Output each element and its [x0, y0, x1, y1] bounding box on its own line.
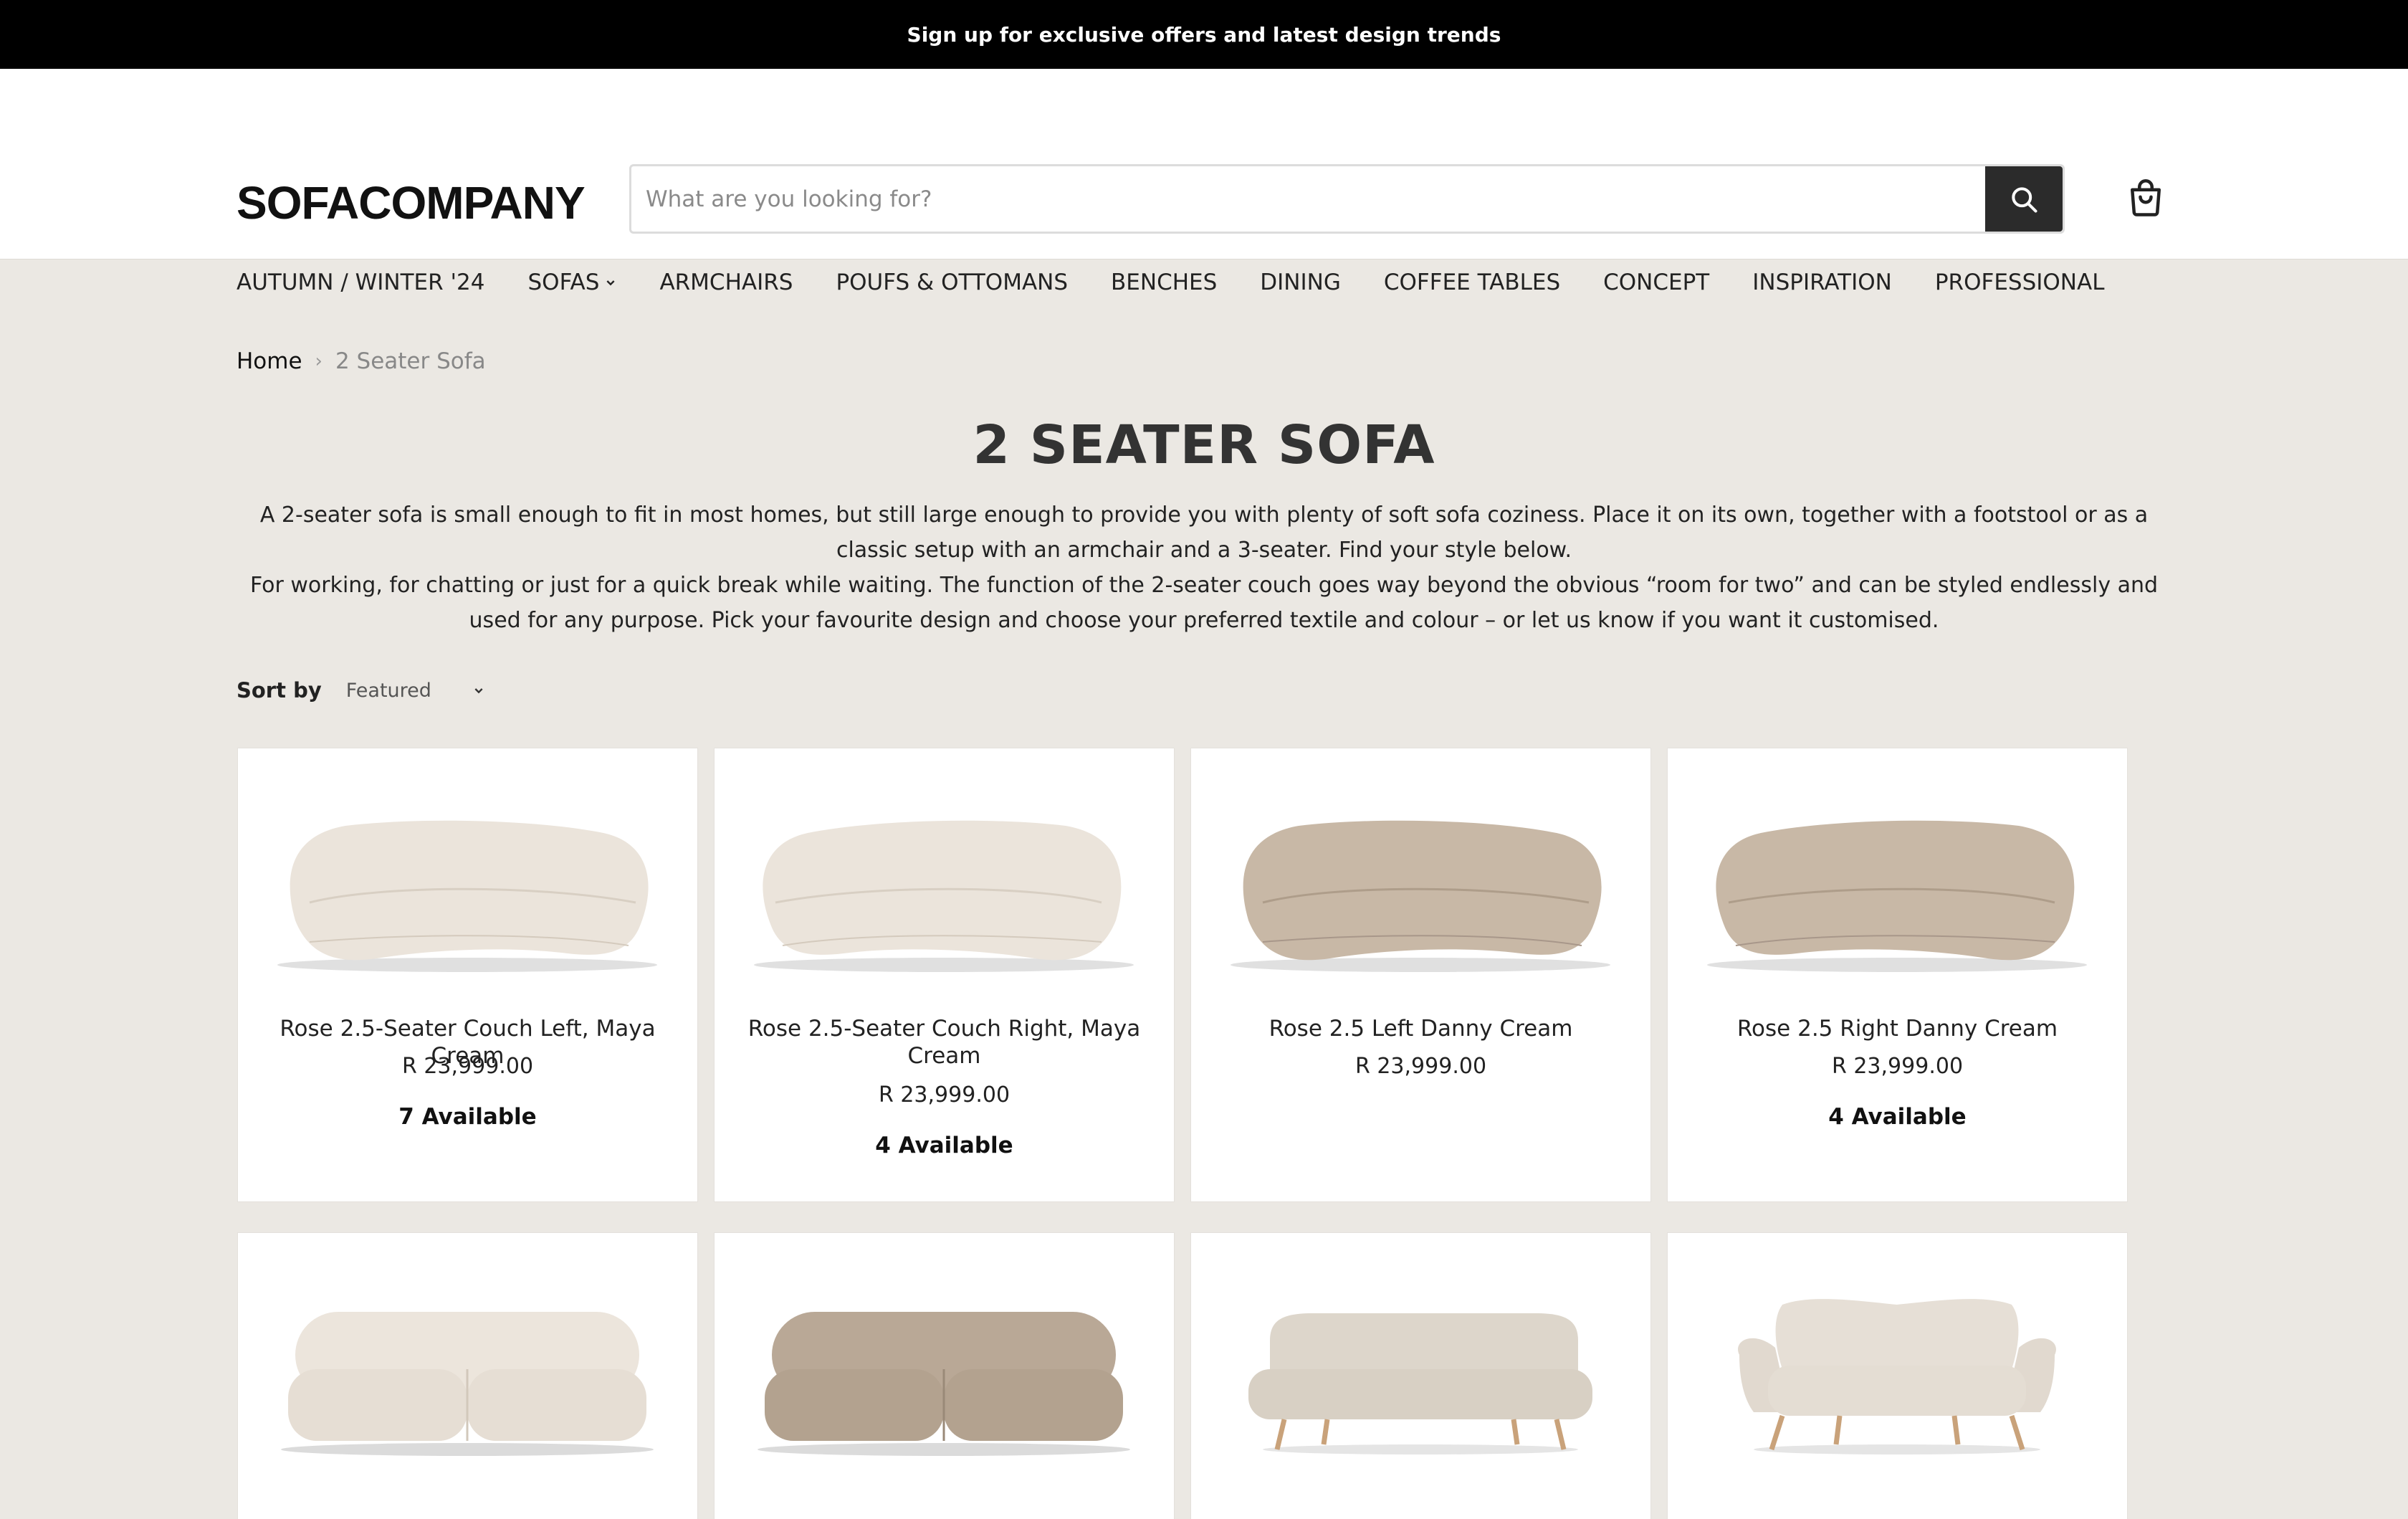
nav-item-poufs-ottomans[interactable]: POUFS & OTTOMANS [836, 270, 1068, 295]
curved-sofa-cream-right-image[interactable] [743, 777, 1145, 978]
breadcrumb-home-link[interactable]: Home [236, 348, 302, 374]
stock-status: 7 Available [398, 1104, 537, 1130]
product-card[interactable] [1667, 1232, 2128, 1519]
promo-text: Sign up for exclusive offers and latest … [907, 22, 1501, 47]
search-button[interactable] [1985, 166, 2063, 232]
product-grid: Rose 2.5-Seater Couch Left, Maya Cream R… [237, 748, 2128, 1202]
modular-sofa-taupe-image[interactable] [743, 1262, 1145, 1462]
product-title[interactable]: Rose 2.5-Seater Couch Right, Maya Cream [736, 1015, 1152, 1070]
nav-item-sofas[interactable]: SOFAS [527, 270, 616, 295]
nav-item-armchairs[interactable]: ARMCHAIRS [659, 270, 793, 295]
site-header: SOFACOMPANY AUTUMN / WINTER '24 SOFAS AR… [0, 69, 2408, 295]
search-input[interactable] [631, 166, 1985, 232]
stock-status: 4 Available [875, 1133, 1013, 1158]
nav-item-professional[interactable]: PROFESSIONAL [1935, 270, 2105, 295]
main-nav: AUTUMN / WINTER '24 SOFAS ARMCHAIRS POUF… [236, 270, 2104, 295]
search-icon [2012, 186, 2037, 213]
site-logo[interactable]: SOFACOMPANY [236, 176, 586, 229]
sort-selected-value: Featured [345, 679, 431, 702]
product-title[interactable]: Rose 2.5 Left Danny Cream [1213, 1015, 1629, 1042]
search-bar [629, 164, 2065, 234]
product-grid-row-2 [237, 1232, 2128, 1519]
product-card[interactable] [237, 1232, 698, 1519]
description-paragraph: For working, for chatting or just for a … [249, 573, 2159, 633]
cart-button[interactable] [2124, 176, 2167, 219]
sort-select[interactable]: Featured [346, 680, 484, 702]
page-title: 2 SEATER SOFA [973, 414, 1435, 476]
chevron-down-icon [606, 280, 615, 286]
product-price: R 23,999.00 [1831, 1054, 1964, 1079]
nav-item-benches[interactable]: BENCHES [1111, 270, 1217, 295]
product-card[interactable]: Rose 2.5-Seater Couch Left, Maya Cream R… [237, 748, 698, 1202]
curved-sofa-taupe-left-image[interactable] [1220, 777, 1621, 978]
product-card[interactable] [714, 1232, 1175, 1519]
breadcrumb-current: 2 Seater Sofa [335, 348, 486, 374]
shopping-bag-icon [2131, 179, 2161, 216]
product-card[interactable]: Rose 2.5 Left Danny Cream R 23,999.00 [1190, 748, 1651, 1202]
collection-description: A 2-seater sofa is small enough to fit i… [236, 497, 2172, 638]
nav-item-autumn-winter[interactable]: AUTUMN / WINTER '24 [236, 270, 484, 295]
product-price: R 23,999.00 [878, 1082, 1010, 1108]
nav-item-coffee-tables[interactable]: COFFEE TABLES [1384, 270, 1560, 295]
nav-item-dining[interactable]: DINING [1260, 270, 1341, 295]
legged-sofa-beige-image[interactable] [1220, 1262, 1621, 1462]
product-price: R 23,999.00 [401, 1054, 534, 1079]
product-card[interactable]: Rose 2.5-Seater Couch Right, Maya Cream … [714, 748, 1175, 1202]
curved-sofa-cream-left-image[interactable] [267, 777, 668, 978]
modular-sofa-cream-image[interactable] [267, 1262, 668, 1462]
sort-label: Sort by [236, 678, 322, 703]
promo-banner[interactable]: Sign up for exclusive offers and latest … [0, 0, 2408, 69]
retro-loveseat-cream-image[interactable] [1696, 1262, 2098, 1462]
stock-status: 4 Available [1828, 1104, 1967, 1130]
product-title[interactable]: Rose 2.5 Right Danny Cream [1689, 1015, 2106, 1042]
product-price: R 23,999.00 [1354, 1054, 1487, 1079]
nav-item-concept[interactable]: CONCEPT [1603, 270, 1709, 295]
product-card[interactable] [1190, 1232, 1651, 1519]
description-paragraph: A 2-seater sofa is small enough to fit i… [259, 503, 2149, 563]
product-card[interactable]: Rose 2.5 Right Danny Cream R 23,999.00 4… [1667, 748, 2128, 1202]
breadcrumb: Home › 2 Seater Sofa [236, 348, 486, 374]
sort-control: Sort by Featured [236, 678, 484, 703]
breadcrumb-separator: › [315, 351, 322, 372]
nav-item-inspiration[interactable]: INSPIRATION [1752, 270, 1892, 295]
chevron-down-icon [474, 688, 483, 694]
curved-sofa-taupe-right-image[interactable] [1696, 777, 2098, 978]
